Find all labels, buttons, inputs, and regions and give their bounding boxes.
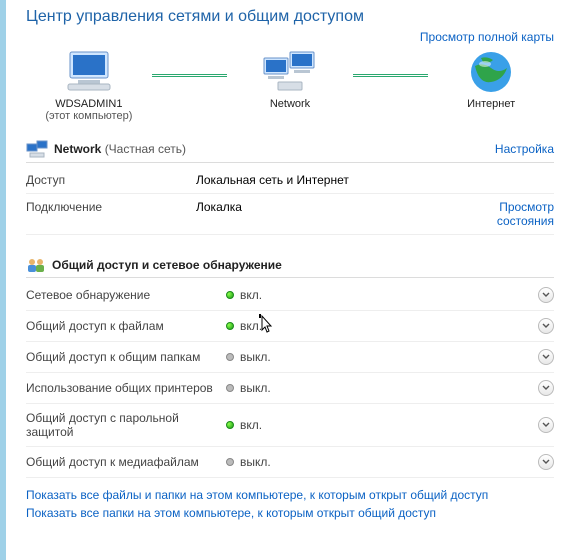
network-section-header: Network (Частная сеть) Настройка	[26, 140, 554, 163]
view-full-map-link[interactable]: Просмотр полной карты	[420, 30, 554, 44]
share-row: Общий доступ к общим папкам выкл.	[26, 342, 554, 373]
network-type: (Частная сеть)	[105, 142, 186, 156]
share-value: выкл.	[226, 381, 534, 395]
share-row: Общий доступ к файлам вкл.	[26, 311, 554, 342]
connection-label: Подключение	[26, 194, 196, 235]
status-on-icon	[226, 291, 234, 299]
node-this-pc: WDSADMIN1 (этот компьютер)	[26, 50, 152, 122]
status-on-icon	[226, 322, 234, 330]
share-row: Общий доступ с парольной защитой вкл.	[26, 404, 554, 447]
expand-button[interactable]	[538, 417, 554, 433]
chevron-down-icon	[542, 458, 550, 466]
network-icon	[262, 50, 318, 94]
connection-value: Локалка	[196, 194, 464, 235]
chevron-down-icon	[542, 353, 550, 361]
node-internet-name: Интернет	[428, 98, 554, 110]
chevron-down-icon	[542, 322, 550, 330]
people-icon	[26, 257, 46, 273]
status-off-icon	[226, 458, 234, 466]
share-label: Общий доступ к файлам	[26, 319, 226, 333]
node-this-pc-name: WDSADMIN1	[26, 98, 152, 110]
show-all-shared-files-link[interactable]: Показать все файлы и папки на этом компь…	[26, 488, 488, 502]
share-value: выкл.	[226, 455, 534, 469]
share-state-text: вкл.	[240, 288, 262, 302]
share-label: Общий доступ к медиафайлам	[26, 455, 226, 469]
share-value: вкл.	[226, 288, 534, 302]
network-map: WDSADMIN1 (этот компьютер) Network	[26, 50, 554, 122]
node-network-name: Network	[227, 98, 353, 110]
status-off-icon	[226, 384, 234, 392]
node-this-pc-sub: (этот компьютер)	[26, 110, 152, 122]
sharing-title: Общий доступ и сетевое обнаружение	[52, 258, 282, 272]
share-row: Использование общих принтеров выкл.	[26, 373, 554, 404]
share-label: Использование общих принтеров	[26, 381, 226, 395]
chevron-down-icon	[542, 384, 550, 392]
connection-line	[152, 74, 227, 77]
view-status-link[interactable]: Просмотр состояния	[497, 200, 554, 228]
globe-icon	[469, 50, 513, 94]
network-name: Network	[54, 142, 101, 156]
expand-button[interactable]	[538, 380, 554, 396]
access-value: Локальная сеть и Интернет	[196, 167, 464, 194]
expand-button[interactable]	[538, 349, 554, 365]
share-state-text: выкл.	[240, 381, 271, 395]
status-off-icon	[226, 353, 234, 361]
share-value: выкл.	[226, 350, 534, 364]
share-row: Сетевое обнаружение вкл.	[26, 280, 554, 311]
access-label: Доступ	[26, 167, 196, 194]
expand-button[interactable]	[538, 318, 554, 334]
share-state-text: выкл.	[240, 350, 271, 364]
table-row: Доступ Локальная сеть и Интернет	[26, 167, 554, 194]
table-row: Подключение Локалка Просмотр состояния	[26, 194, 554, 235]
sharing-section-header: Общий доступ и сетевое обнаружение	[26, 253, 554, 278]
computer-icon	[64, 50, 114, 94]
expand-button[interactable]	[538, 454, 554, 470]
node-network: Network	[227, 50, 353, 110]
share-value: вкл.	[226, 319, 534, 333]
chevron-down-icon	[542, 291, 550, 299]
share-state-text: выкл.	[240, 455, 271, 469]
expand-button[interactable]	[538, 287, 554, 303]
share-label: Общий доступ к общим папкам	[26, 350, 226, 364]
share-state-text: вкл.	[240, 319, 262, 333]
page-title: Центр управления сетями и общим доступом	[26, 8, 554, 26]
share-label: Сетевое обнаружение	[26, 288, 226, 302]
share-row: Общий доступ к медиафайлам выкл.	[26, 447, 554, 478]
share-state-text: вкл.	[240, 418, 262, 432]
network-info-table: Доступ Локальная сеть и Интернет Подключ…	[26, 167, 554, 235]
network-small-icon	[26, 140, 48, 158]
share-label: Общий доступ с парольной защитой	[26, 411, 226, 439]
status-on-icon	[226, 421, 234, 429]
configure-link[interactable]: Настройка	[495, 142, 554, 156]
show-all-shared-folders-link[interactable]: Показать все папки на этом компьютере, к…	[26, 506, 436, 520]
node-internet: Интернет	[428, 50, 554, 110]
footer-links: Показать все файлы и папки на этом компь…	[26, 488, 554, 520]
connection-line	[353, 74, 428, 77]
sharing-list: Сетевое обнаружениевкл.Общий доступ к фа…	[26, 280, 554, 478]
chevron-down-icon	[542, 421, 550, 429]
share-value: вкл.	[226, 418, 534, 432]
